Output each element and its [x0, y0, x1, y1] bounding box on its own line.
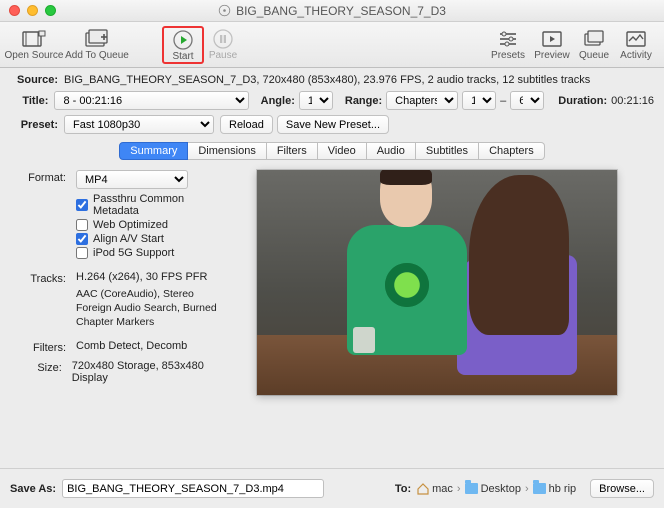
duration-label: Duration: — [558, 95, 607, 107]
check-web[interactable]: Web Optimized — [76, 219, 228, 231]
check-passthru-box[interactable] — [76, 199, 88, 211]
angle-label: Angle: — [261, 95, 295, 107]
folder-icon — [533, 483, 546, 494]
tab-subtitles[interactable]: Subtitles — [416, 142, 479, 160]
reload-button[interactable]: Reload — [220, 115, 273, 134]
tab-video[interactable]: Video — [318, 142, 367, 160]
queue-add-icon — [84, 28, 110, 50]
preview-icon — [539, 28, 565, 50]
window-title-text: BIG_BANG_THEORY_SEASON_7_D3 — [236, 4, 446, 18]
activity-icon — [623, 28, 649, 50]
range-from-select[interactable]: 1 — [462, 91, 496, 110]
tracks-line-0: H.264 (x264), 30 FPS PFR — [76, 271, 207, 285]
activity-button[interactable]: Activity — [614, 28, 658, 61]
format-label: Format: — [18, 170, 66, 189]
pause-button: Pause — [204, 28, 242, 61]
source-label: Source: — [10, 74, 58, 86]
start-label: Start — [172, 51, 193, 62]
range-label: Range: — [345, 95, 382, 107]
size-label: Size: — [18, 360, 62, 384]
chevron-right-icon: › — [525, 483, 529, 495]
tracks-line-3: Chapter Markers — [76, 315, 228, 329]
check-align-box[interactable] — [76, 233, 88, 245]
sliders-icon — [495, 28, 521, 50]
add-to-queue-button[interactable]: Add To Queue — [62, 28, 132, 61]
tracks-label: Tracks: — [18, 271, 66, 285]
tab-dimensions[interactable]: Dimensions — [188, 142, 266, 160]
format-select[interactable]: MP4 — [76, 170, 188, 189]
start-button[interactable]: Start — [166, 29, 200, 62]
preview-label: Preview — [534, 50, 570, 61]
add-to-queue-label: Add To Queue — [65, 50, 129, 61]
pause-label: Pause — [209, 50, 237, 61]
preset-select[interactable]: Fast 1080p30 — [64, 115, 214, 134]
window-titlebar: BIG_BANG_THEORY_SEASON_7_D3 — [0, 0, 664, 22]
preset-label: Preset: — [10, 119, 58, 131]
angle-select[interactable]: 1 — [299, 91, 333, 110]
tab-summary[interactable]: Summary — [119, 142, 188, 160]
check-passthru[interactable]: Passthru Common Metadata — [76, 193, 228, 217]
source-value: BIG_BANG_THEORY_SEASON_7_D3, 720x480 (85… — [64, 74, 590, 86]
range-sep: – — [500, 95, 506, 107]
range-to-select[interactable]: 6 — [510, 91, 544, 110]
tracks-line-2: Foreign Audio Search, Burned — [76, 301, 228, 315]
open-source-label: Open Source — [5, 50, 64, 61]
film-open-icon — [21, 28, 47, 50]
size-value: 720x480 Storage, 853x480 Display — [72, 360, 228, 384]
presets-label: Presets — [491, 50, 525, 61]
save-as-input[interactable] — [62, 479, 324, 498]
save-as-label: Save As: — [10, 483, 56, 495]
title-select[interactable]: 8 - 00:21:16 — [54, 91, 248, 110]
play-icon — [170, 29, 196, 51]
disc-icon — [218, 4, 231, 17]
check-ipod-box[interactable] — [76, 247, 88, 259]
tabs-segment: Summary Dimensions Filters Video Audio S… — [10, 142, 654, 160]
filters-label: Filters: — [18, 340, 66, 354]
check-align[interactable]: Align A/V Start — [76, 233, 228, 245]
tracks-line-1: AAC (CoreAudio), Stereo — [76, 287, 228, 301]
open-source-button[interactable]: Open Source — [6, 28, 62, 61]
chevron-right-icon: › — [457, 483, 461, 495]
tab-audio[interactable]: Audio — [367, 142, 416, 160]
tab-filters[interactable]: Filters — [267, 142, 318, 160]
check-ipod[interactable]: iPod 5G Support — [76, 247, 228, 259]
presets-button[interactable]: Presets — [486, 28, 530, 61]
check-web-box[interactable] — [76, 219, 88, 231]
preview-button[interactable]: Preview — [530, 28, 574, 61]
folder-icon — [465, 483, 478, 494]
range-type-select[interactable]: Chapters — [386, 91, 458, 110]
filters-value: Comb Detect, Decomb — [76, 340, 187, 354]
title-label: Title: — [10, 95, 48, 107]
main-toolbar: Open Source Add To Queue Start Pause Pre… — [0, 22, 664, 68]
queue-label: Queue — [579, 50, 609, 61]
start-button-highlight: Start — [162, 26, 204, 64]
queue-icon — [581, 28, 607, 50]
browse-button[interactable]: Browse... — [590, 479, 654, 498]
queue-button[interactable]: Queue — [574, 28, 614, 61]
activity-label: Activity — [620, 50, 652, 61]
pause-icon — [210, 28, 236, 50]
home-icon — [417, 483, 429, 495]
destination-path[interactable]: mac › Desktop › hb rip — [417, 483, 576, 495]
duration-value: 00:21:16 — [611, 95, 654, 107]
to-label: To: — [395, 483, 411, 495]
window-title: BIG_BANG_THEORY_SEASON_7_D3 — [0, 4, 664, 18]
tab-chapters[interactable]: Chapters — [479, 142, 545, 160]
preview-image — [257, 170, 617, 395]
save-new-preset-button[interactable]: Save New Preset... — [277, 115, 389, 134]
